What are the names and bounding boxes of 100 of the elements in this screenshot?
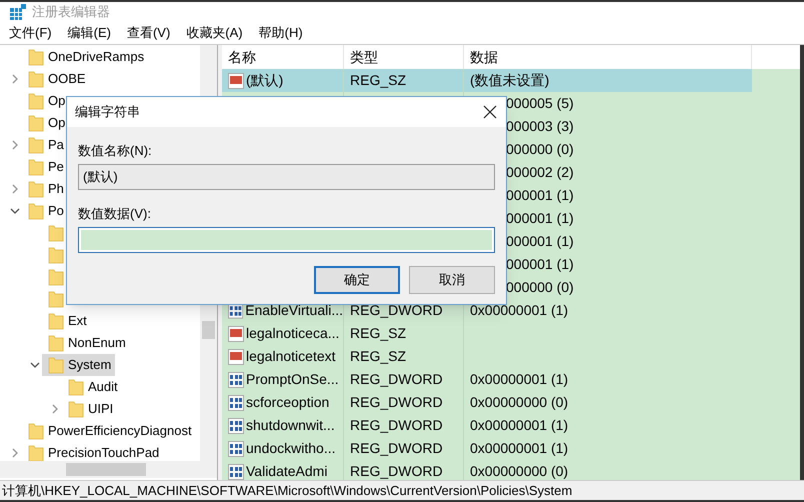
registry-app-icon [10, 4, 26, 20]
folder-icon [48, 224, 64, 242]
string-value-icon [228, 326, 244, 342]
tree-item[interactable]: UIPI [62, 398, 118, 420]
table-cell-text: 000003 (3) [506, 117, 574, 136]
table-cell-text: REG_DWORD [350, 462, 443, 480]
table-cell-text: 0x00000001 (1) [470, 439, 568, 458]
folder-icon [28, 180, 44, 198]
tree-item[interactable]: Po [22, 200, 68, 222]
tree-item[interactable]: Op [22, 90, 70, 112]
table-cell-text: REG_DWORD [350, 301, 443, 320]
table-cell-text: undockwitho... [246, 439, 336, 458]
table-cell-text: 000001 (1) [506, 186, 574, 205]
folder-icon [68, 378, 84, 396]
folder-icon [28, 444, 44, 461]
table-cell-text: ValidateAdmi [246, 462, 328, 480]
expand-chevron-icon[interactable] [10, 140, 20, 150]
value-data-field[interactable] [78, 227, 495, 253]
scrollbar-thumb[interactable] [202, 321, 215, 339]
value-name-field[interactable]: (默认) [78, 164, 495, 190]
folder-icon [48, 312, 64, 330]
field-label: 数值数据(V): [78, 205, 152, 222]
menu-item[interactable]: 帮助(H) [258, 23, 304, 43]
tree-item[interactable]: PowerEfficiencyDiagnost [22, 420, 196, 442]
table-cell-text: 0x00000000 (0) [470, 462, 568, 480]
table-cell-text: 000001 (1) [506, 255, 574, 274]
table-row[interactable]: PromptOnSe... REG_DWORD 0x00000001 (1) [222, 368, 752, 391]
menu-item[interactable]: 文件(F) [8, 23, 53, 43]
tree-item[interactable]: Op [22, 112, 70, 134]
table-cell-text: 000005 (5) [506, 94, 574, 113]
table-row[interactable]: legalnoticeca... REG_SZ [222, 322, 752, 345]
folder-icon [28, 114, 44, 132]
dialog-button[interactable]: 确定 [314, 266, 400, 294]
status-bar-path: 计算机\HKEY_LOCAL_MACHINE\SOFTWARE\Microsoft\Windows\CurrentVersion\Policies\System [2, 482, 572, 500]
collapse-chevron-icon[interactable] [30, 360, 40, 370]
scrollbar-thumb[interactable] [66, 463, 146, 476]
tree-item[interactable]: Pa [22, 134, 68, 156]
table-cell-text: 0x00000001 (1) [470, 370, 568, 389]
table-row[interactable]: undockwitho... REG_DWORD 0x00000001 (1) [222, 437, 752, 460]
expand-chevron-icon[interactable] [10, 448, 20, 458]
tree-item[interactable]: Audit [62, 376, 122, 398]
folder-icon [48, 334, 64, 352]
expand-chevron-icon[interactable] [50, 404, 60, 414]
folder-icon [28, 92, 44, 110]
tree-item[interactable]: OneDriveRamps [22, 46, 148, 68]
field-label: 数值名称(N): [78, 142, 153, 159]
table-cell-text: (默认) [246, 71, 284, 90]
menu-item[interactable]: 查看(V) [126, 23, 172, 43]
string-value-icon [228, 72, 244, 88]
expand-chevron-icon[interactable] [10, 184, 20, 194]
table-row[interactable]: legalnoticetext REG_SZ [222, 345, 752, 368]
table-cell-text: PromptOnSe... [246, 370, 339, 389]
table-cell-text: legalnoticetext [246, 347, 336, 366]
table-cell-text: 000002 (2) [506, 163, 574, 182]
table-cell-text: 000000 (0) [506, 140, 574, 159]
collapse-chevron-icon[interactable] [10, 206, 20, 216]
binary-value-icon [228, 464, 244, 480]
table-cell-text: REG_DWORD [350, 439, 443, 458]
folder-icon [48, 268, 64, 286]
table-cell-text: REG_SZ [350, 347, 406, 366]
tree-item[interactable]: Ext [42, 310, 91, 332]
dialog-button[interactable]: 取消 [409, 266, 495, 294]
table-row[interactable]: scforceoption REG_DWORD 0x00000000 (0) [222, 391, 752, 414]
table-cell-text: 0x00000001 (1) [470, 301, 568, 320]
folder-icon [48, 246, 64, 264]
table-cell-text: 000001 (1) [506, 209, 574, 228]
table-cell-text: 0x00000001 (1) [470, 416, 568, 435]
table-cell-text: 0x00000000 (0) [470, 393, 568, 412]
table-cell-text: legalnoticeca... [246, 324, 340, 343]
dialog-title: 编辑字符串 [75, 103, 140, 122]
folder-icon [68, 400, 84, 418]
folder-icon [28, 48, 44, 66]
expand-chevron-icon[interactable] [10, 74, 20, 84]
folder-icon [28, 202, 44, 220]
table-cell-text: 000001 (1) [506, 232, 574, 251]
table-cell-text: REG_SZ [350, 324, 406, 343]
tree-item[interactable]: PrecisionTouchPad [22, 442, 164, 461]
menu-item[interactable]: 收藏夹(A) [185, 23, 244, 43]
tree-item[interactable]: Pe [22, 156, 68, 178]
folder-icon [48, 356, 64, 374]
folder-icon [48, 290, 64, 308]
table-cell-text: REG_DWORD [350, 416, 443, 435]
tree-item[interactable]: NonEnum [42, 332, 130, 354]
window-title: 注册表编辑器 [32, 3, 110, 22]
folder-icon [28, 70, 44, 88]
table-row[interactable]: shutdownwit... REG_DWORD 0x00000001 (1) [222, 414, 752, 437]
table-cell-text: shutdownwit... [246, 416, 335, 435]
tree-item[interactable]: System [42, 354, 116, 376]
table-row[interactable]: (默认) REG_SZ (数值未设置) [222, 69, 752, 92]
folder-icon [28, 422, 44, 440]
table-cell-text: EnableVirtuali... [245, 301, 343, 320]
tree-item[interactable]: OOBE [22, 68, 90, 90]
table-cell-text: REG_SZ [350, 71, 406, 90]
table-cell-text: REG_DWORD [350, 370, 443, 389]
menu-item[interactable]: 编辑(E) [66, 23, 112, 43]
folder-icon [28, 136, 44, 154]
horizontal-scrollbar[interactable] [0, 461, 217, 478]
binary-value-icon [228, 440, 244, 456]
tree-item[interactable]: Ph [22, 178, 68, 200]
string-value-icon [228, 348, 244, 364]
